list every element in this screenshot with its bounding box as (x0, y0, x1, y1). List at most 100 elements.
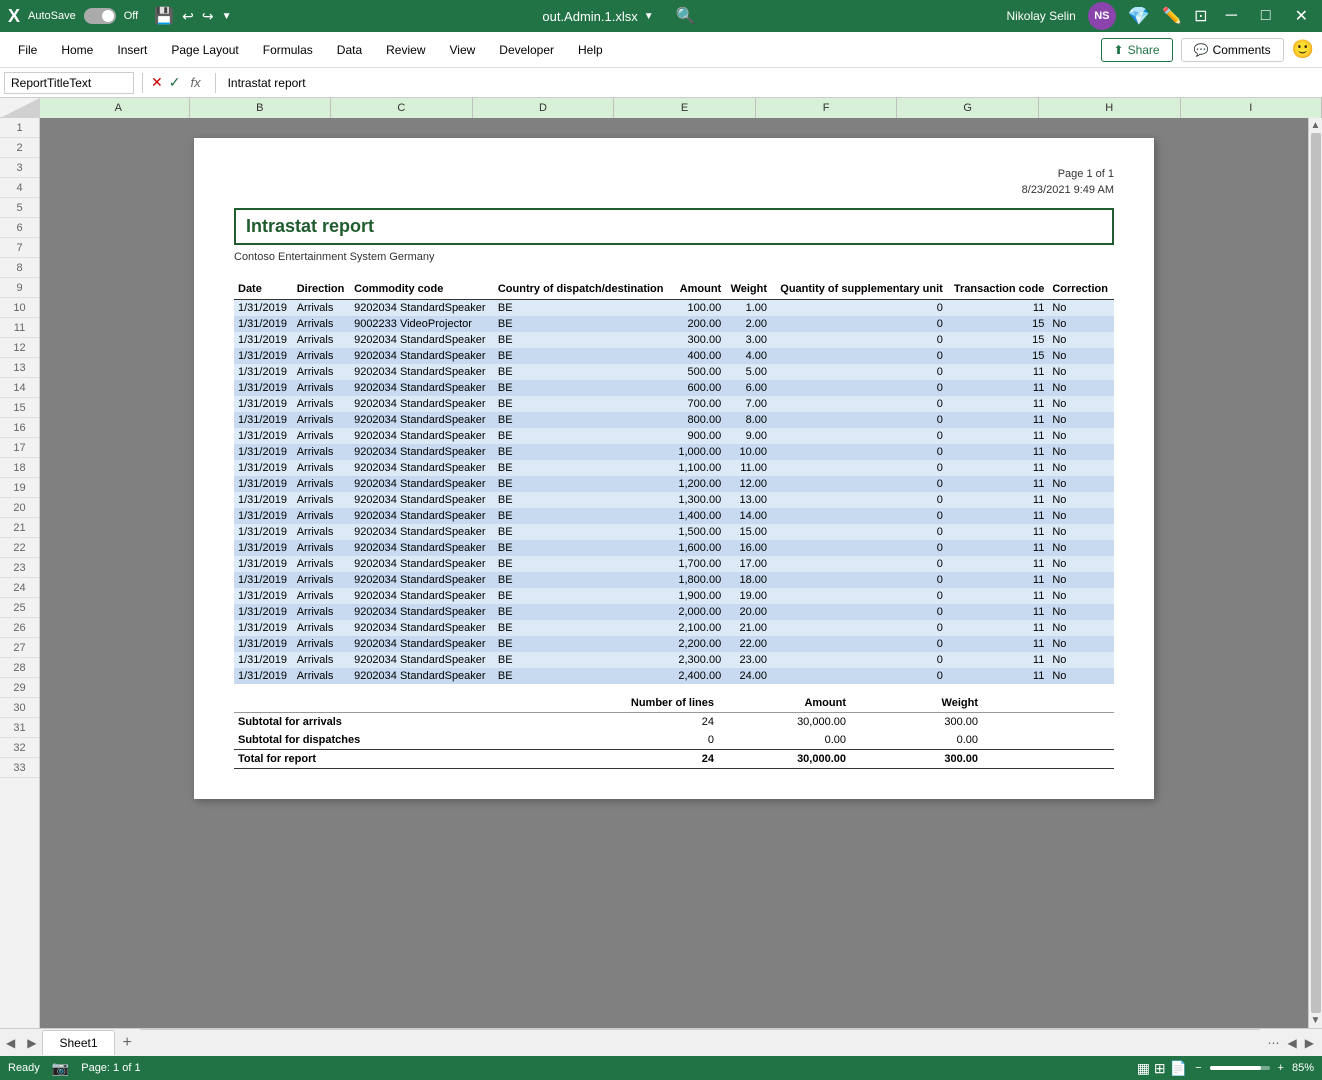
cell-trans: 11 (947, 460, 1049, 476)
zoom-minus-icon[interactable]: − (1195, 1062, 1201, 1074)
row-header-27[interactable]: 27 (0, 638, 39, 658)
sheet-tab-sheet1[interactable]: Sheet1 (42, 1030, 114, 1055)
row-header-21[interactable]: 21 (0, 518, 39, 538)
name-box[interactable] (4, 72, 134, 94)
cell-weight: 6.00 (725, 380, 771, 396)
row-header-13[interactable]: 13 (0, 358, 39, 378)
status-bar: Ready 📷 Page: 1 of 1 ▦ ⊞ 📄 − + 85% (0, 1056, 1322, 1080)
close-button[interactable]: ✕ (1289, 6, 1314, 26)
row-header-5[interactable]: 5 (0, 198, 39, 218)
row-header-11[interactable]: 11 (0, 318, 39, 338)
autosave-toggle[interactable] (84, 8, 116, 24)
row-header-15[interactable]: 15 (0, 398, 39, 418)
row-header-33[interactable]: 33 (0, 758, 39, 778)
page-break-view-icon[interactable]: ⊞ (1154, 1060, 1166, 1077)
comments-button[interactable]: 💬 Comments (1181, 38, 1284, 62)
diamond-icon[interactable]: 💎 (1128, 6, 1150, 27)
th-correction: Correction (1048, 279, 1114, 300)
cell-trans: 11 (947, 524, 1049, 540)
maximize-button[interactable]: □ (1255, 7, 1277, 25)
row-header-32[interactable]: 32 (0, 738, 39, 758)
menu-developer[interactable]: Developer (489, 39, 564, 61)
row-header-8[interactable]: 8 (0, 258, 39, 278)
undo-icon[interactable]: ↩ (182, 8, 194, 25)
row-header-2[interactable]: 2 (0, 138, 39, 158)
formula-input[interactable] (224, 74, 1318, 92)
cancel-formula-icon[interactable]: ✕ (151, 74, 163, 91)
restore-icon[interactable]: ⊡ (1194, 6, 1207, 26)
row-header-10[interactable]: 10 (0, 298, 39, 318)
row-header-23[interactable]: 23 (0, 558, 39, 578)
zoom-level[interactable]: 85% (1292, 1062, 1314, 1074)
menu-home[interactable]: Home (51, 39, 103, 61)
sheet-scroll-left-icon[interactable]: ◀ (1288, 1036, 1297, 1050)
col-header-A[interactable]: A (48, 98, 190, 118)
col-header-G[interactable]: G (897, 98, 1039, 118)
row-header-31[interactable]: 31 (0, 718, 39, 738)
emoji-icon[interactable]: 🙂 (1292, 39, 1314, 60)
share-button[interactable]: ⬆ Share (1101, 38, 1173, 62)
menu-review[interactable]: Review (376, 39, 435, 61)
row-header-4[interactable]: 4 (0, 178, 39, 198)
menu-formulas[interactable]: Formulas (253, 39, 323, 61)
col-header-E[interactable]: E (614, 98, 756, 118)
col-header-F[interactable]: F (756, 98, 898, 118)
row-header-9[interactable]: 9 (0, 278, 39, 298)
row-header-25[interactable]: 25 (0, 598, 39, 618)
menu-file[interactable]: File (8, 39, 47, 61)
col-header-C[interactable]: C (331, 98, 473, 118)
menu-insert[interactable]: Insert (107, 39, 157, 61)
zoom-slider[interactable] (1210, 1066, 1270, 1070)
row-header-14[interactable]: 14 (0, 378, 39, 398)
row-header-29[interactable]: 29 (0, 678, 39, 698)
page-layout-view-icon[interactable]: 📄 (1170, 1060, 1187, 1077)
col-header-H[interactable]: H (1039, 98, 1181, 118)
cell-qty: 0 (771, 380, 947, 396)
row-header-28[interactable]: 28 (0, 658, 39, 678)
row-header-24[interactable]: 24 (0, 578, 39, 598)
camera-icon[interactable]: 📷 (52, 1060, 69, 1077)
col-header-B[interactable]: B (190, 98, 332, 118)
sheet-scroll-right-icon[interactable]: ▶ (1305, 1036, 1314, 1050)
filename[interactable]: out.Admin.1.xlsx (542, 9, 637, 24)
menu-data[interactable]: Data (327, 39, 372, 61)
menu-help[interactable]: Help (568, 39, 613, 61)
summary-header-row: Number of lines Amount Weight (234, 694, 1114, 713)
col-header-I[interactable]: I (1181, 98, 1322, 118)
redo-icon[interactable]: ↪ (202, 8, 214, 25)
cell-amount: 700.00 (673, 396, 725, 412)
row-header-7[interactable]: 7 (0, 238, 39, 258)
row-header-12[interactable]: 12 (0, 338, 39, 358)
add-sheet-button[interactable]: + (115, 1030, 140, 1056)
filename-dropdown-icon[interactable]: ▼ (644, 11, 654, 22)
row-header-22[interactable]: 22 (0, 538, 39, 558)
cell-amount: 1,000.00 (673, 444, 725, 460)
sheet-content[interactable]: Page 1 of 1 8/23/2021 9:49 AM Intrastat … (40, 118, 1308, 1028)
confirm-formula-icon[interactable]: ✓ (169, 74, 181, 91)
save-icon[interactable]: 💾 (154, 6, 174, 26)
quick-access-dropdown-icon[interactable]: ▼ (222, 11, 232, 22)
row-header-16[interactable]: 16 (0, 418, 39, 438)
row-header-3[interactable]: 3 (0, 158, 39, 178)
row-header-1[interactable]: 1 (0, 118, 39, 138)
row-header-26[interactable]: 26 (0, 618, 39, 638)
vertical-scrollbar[interactable]: ▲ ▼ (1308, 118, 1322, 1028)
row-header-30[interactable]: 30 (0, 698, 39, 718)
normal-view-icon[interactable]: ▦ (1137, 1060, 1150, 1077)
col-header-D[interactable]: D (473, 98, 615, 118)
select-all-icon[interactable] (0, 98, 40, 118)
search-icon[interactable]: 🔍 (676, 6, 696, 26)
row-header-18[interactable]: 18 (0, 458, 39, 478)
sheet-nav-icon[interactable]: ⋯ (1268, 1036, 1280, 1050)
sheet-nav-next[interactable]: ▶ (21, 1036, 42, 1050)
zoom-plus-icon[interactable]: + (1278, 1062, 1284, 1074)
pen-icon[interactable]: ✏️ (1162, 6, 1182, 26)
row-header-6[interactable]: 6 (0, 218, 39, 238)
row-header-20[interactable]: 20 (0, 498, 39, 518)
sheet-nav-prev[interactable]: ◀ (0, 1036, 21, 1050)
row-header-17[interactable]: 17 (0, 438, 39, 458)
menu-view[interactable]: View (440, 39, 486, 61)
row-header-19[interactable]: 19 (0, 478, 39, 498)
minimize-button[interactable]: ─ (1220, 7, 1243, 25)
menu-page-layout[interactable]: Page Layout (161, 39, 248, 61)
